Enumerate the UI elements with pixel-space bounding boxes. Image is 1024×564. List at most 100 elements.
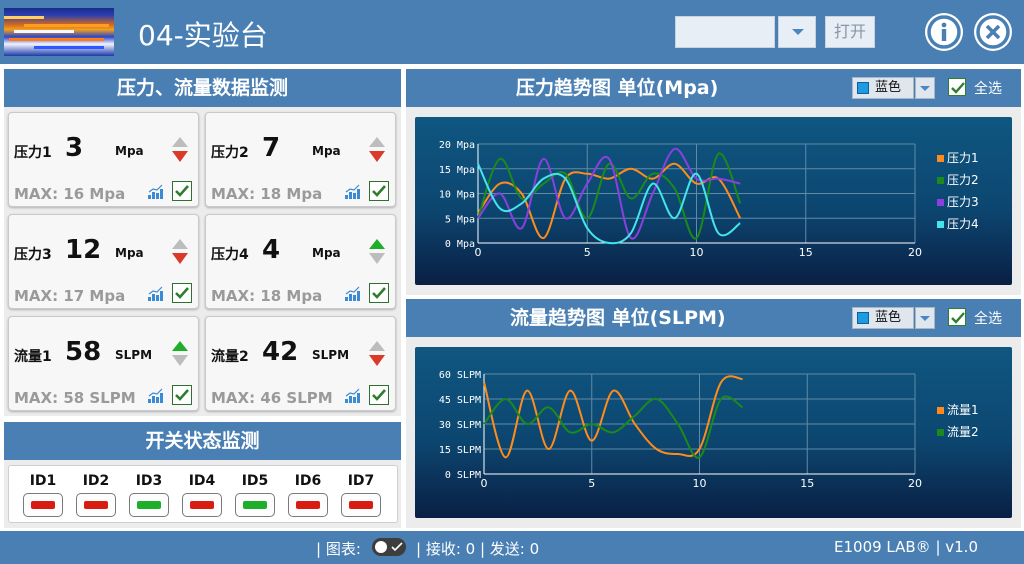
info-icon[interactable] — [925, 13, 963, 51]
switch-status-id1[interactable] — [23, 493, 63, 517]
y-tick-label: 30 SLPM — [439, 420, 481, 431]
status-led — [190, 501, 214, 509]
open-button[interactable]: 打开 — [825, 16, 875, 48]
title-bar: 04-实验台 打开 — [0, 0, 1024, 64]
checkbox-icon[interactable] — [369, 181, 389, 201]
legend-swatch — [937, 199, 944, 206]
bar-chart-icon[interactable] — [344, 286, 362, 302]
sensor-max: MAX: 18 Mpa — [211, 287, 323, 305]
checkbox-icon — [948, 78, 966, 96]
x-tick-label: 20 — [908, 477, 922, 490]
port-dropdown-button[interactable] — [778, 16, 816, 48]
switch-status-id3[interactable] — [129, 493, 169, 517]
flow-color-select[interactable]: 蓝色 — [852, 307, 914, 329]
y-tick-label: 5 Mpa — [445, 214, 475, 225]
flow-chart-title-text: 流量趋势图 单位(SLPM) — [510, 307, 726, 329]
status-led — [31, 501, 55, 509]
brand-version: E1009 LAB® | v1.0 — [834, 538, 978, 556]
check-icon — [391, 542, 403, 552]
sensor-unit: SLPM — [312, 348, 350, 362]
sensor-value: 7 — [262, 133, 281, 163]
sensor-card: 压力3 12 Mpa MAX: 17 Mpa — [8, 214, 199, 309]
status-led — [84, 501, 108, 509]
switch-id-label: ID3 — [135, 473, 163, 489]
checkbox-icon[interactable] — [172, 385, 192, 405]
x-tick-label: 5 — [584, 246, 591, 259]
switch-status-id6[interactable] — [288, 493, 328, 517]
switch-status-id7[interactable] — [341, 493, 381, 517]
legend-label: 压力4 — [947, 217, 979, 231]
y-tick-label: 0 Mpa — [445, 239, 475, 250]
flow-chart-svg: 0 5 10 15 20 0 SLPM 15 SLPM 30 SLPM 45 SLPM 60 SL… — [439, 370, 979, 490]
bar-chart-icon[interactable] — [147, 286, 165, 302]
sensor-card: 压力4 4 Mpa MAX: 18 Mpa — [205, 214, 396, 309]
sensor-max: MAX: 16 Mpa — [14, 185, 126, 203]
checkbox-icon[interactable] — [369, 283, 389, 303]
bar-chart-icon[interactable] — [344, 388, 362, 404]
status-led — [296, 501, 320, 509]
chevron-down-icon — [920, 316, 930, 321]
flow-color-dropdown[interactable] — [915, 307, 935, 329]
x-tick-label: 0 — [475, 246, 482, 259]
bar-chart-icon[interactable] — [147, 184, 165, 200]
switch-id-label: ID6 — [294, 473, 322, 489]
bar-chart-icon[interactable] — [344, 184, 362, 200]
pressure-color-dropdown[interactable] — [915, 77, 935, 99]
series-line — [483, 375, 743, 459]
legend-swatch — [937, 407, 944, 414]
legend-swatch — [937, 177, 944, 184]
sensor-card: 压力2 7 Mpa MAX: 18 Mpa — [205, 112, 396, 207]
status-bar: | 图表: | 接收: 0 | 发送: 0 E1009 LAB® | v1.0 — [0, 531, 1024, 564]
status-led — [243, 501, 267, 509]
color-select-label: 蓝色 — [875, 310, 902, 325]
color-select-label: 蓝色 — [875, 80, 902, 95]
legend-label: 压力1 — [947, 151, 979, 165]
sensor-max: MAX: 18 Mpa — [211, 185, 323, 203]
trend-down-icon — [369, 341, 385, 366]
sensor-value: 4 — [262, 235, 281, 265]
pressure-chart-title-text: 压力趋势图 单位(Mpa) — [516, 77, 719, 99]
legend-label: 压力3 — [947, 195, 979, 209]
sensor-unit: Mpa — [312, 246, 341, 260]
x-tick-label: 5 — [588, 477, 595, 490]
sensor-value: 3 — [65, 133, 84, 163]
switch-id-label: ID7 — [347, 473, 375, 489]
chart-toggle-label: | 图表: — [316, 540, 361, 558]
y-tick-label: 15 Mpa — [439, 165, 475, 176]
sensor-card: 压力1 3 Mpa MAX: 16 Mpa — [8, 112, 199, 207]
bar-chart-icon[interactable] — [147, 388, 165, 404]
monitor-panel-title: 压力、流量数据监测 — [4, 69, 401, 107]
checkbox-icon[interactable] — [172, 181, 192, 201]
switch-status-id4[interactable] — [182, 493, 222, 517]
switch-status-id2[interactable] — [76, 493, 116, 517]
sensor-value: 58 — [65, 337, 102, 367]
x-tick-label: 15 — [799, 246, 813, 259]
pressure-color-select[interactable]: 蓝色 — [852, 77, 914, 99]
x-tick-label: 20 — [908, 246, 922, 259]
trend-down-icon — [172, 137, 188, 162]
series-line — [477, 163, 741, 245]
sensor-unit: Mpa — [115, 144, 144, 158]
close-icon[interactable] — [974, 13, 1012, 51]
trend-up-icon — [369, 239, 385, 264]
checkbox-icon — [948, 308, 966, 326]
traffic-stats: | 接收: 0 | 发送: 0 — [416, 540, 540, 558]
status-led — [137, 501, 161, 509]
chart-toggle[interactable] — [372, 538, 406, 556]
sensor-max: MAX: 46 SLPM — [211, 389, 333, 407]
sensor-value: 42 — [262, 337, 299, 367]
switch-status-id5[interactable] — [235, 493, 275, 517]
switch-id-label: ID4 — [188, 473, 216, 489]
checkbox-icon[interactable] — [172, 283, 192, 303]
chevron-down-icon — [792, 29, 804, 35]
checkbox-icon[interactable] — [369, 385, 389, 405]
trend-down-icon — [172, 239, 188, 264]
sensor-max: MAX: 58 SLPM — [14, 389, 136, 407]
x-tick-label: 0 — [481, 477, 488, 490]
status-led — [349, 501, 373, 509]
port-select[interactable] — [675, 16, 775, 48]
legend-label: 压力2 — [947, 173, 979, 187]
trend-up-icon — [172, 341, 188, 366]
sensor-name: 压力3 — [14, 247, 52, 263]
sensor-name: 压力4 — [211, 247, 249, 263]
